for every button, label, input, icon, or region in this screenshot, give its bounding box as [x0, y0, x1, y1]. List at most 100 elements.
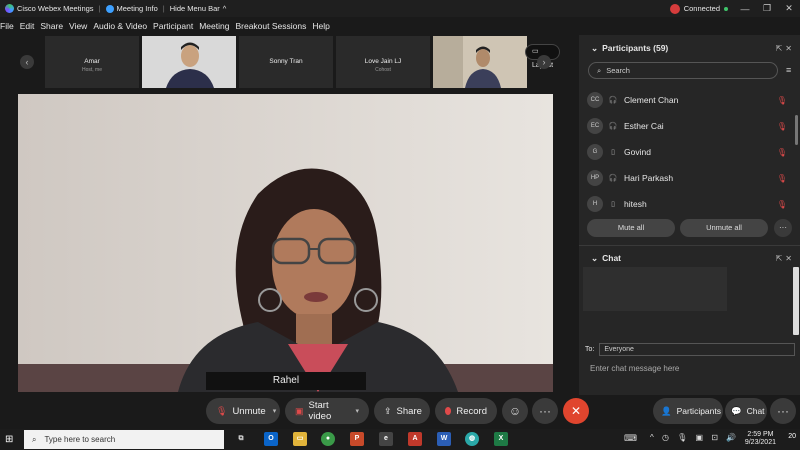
- hide-menu-bar-button[interactable]: Hide Menu Bar ^: [165, 4, 232, 13]
- menu-help[interactable]: Help: [312, 21, 332, 31]
- list-item[interactable]: HP 🎧 Hari Parkash 🎙: [587, 165, 787, 191]
- popout-close-controls[interactable]: ⇱✕: [776, 44, 795, 53]
- excel-icon[interactable]: X: [494, 432, 508, 446]
- chat-toggle-button[interactable]: 💬 Chat: [725, 398, 767, 424]
- chat-header: ⌄ Chat ⇱✕: [579, 247, 800, 269]
- participant-name: Govind: [624, 147, 651, 157]
- participant-name: Hari Parkash: [624, 173, 674, 183]
- thumbnail-role: Host, me: [81, 67, 102, 73]
- menu-share[interactable]: Share: [40, 21, 66, 31]
- more-options-icon[interactable]: ···: [532, 398, 558, 424]
- recipient-value: Everyone: [604, 345, 634, 353]
- thumbnail-love-jain[interactable]: Love Jain LJ Cohost: [336, 36, 430, 88]
- connection-status[interactable]: Connected: [684, 4, 720, 13]
- share-button[interactable]: ⇪ Share: [374, 398, 430, 424]
- tray-icons[interactable]: ^ ◷ 🎙 ▣ ⊡ 🔊: [650, 433, 739, 442]
- task-view-icon[interactable]: ⧉: [234, 432, 248, 446]
- word-icon[interactable]: W: [437, 432, 451, 446]
- participant-search-input[interactable]: ⌕ Search: [588, 62, 778, 79]
- file-explorer-icon[interactable]: ▭: [293, 432, 307, 446]
- people-icon: 👤: [661, 405, 672, 416]
- record-label: Record: [456, 405, 487, 417]
- participants-scrollbar[interactable]: [795, 115, 798, 145]
- unmute-button[interactable]: 🎙 Unmute ▾: [206, 398, 280, 424]
- mic-muted-icon[interactable]: 🎙: [777, 96, 787, 105]
- search-placeholder: Search: [606, 66, 630, 75]
- acrobat-icon[interactable]: A: [408, 432, 422, 446]
- mic-muted-icon[interactable]: 🎙: [777, 148, 787, 157]
- webex-taskbar-icon[interactable]: ◍: [465, 432, 479, 446]
- more-panels-icon[interactable]: ···: [770, 398, 796, 424]
- chat-scrollbar[interactable]: [793, 267, 799, 335]
- unmute-label: Unmute: [232, 405, 266, 417]
- menu-breakout-sessions[interactable]: Breakout Sessions: [235, 21, 309, 31]
- restore-icon[interactable]: ❐: [756, 3, 778, 14]
- record-icon: [445, 407, 452, 415]
- mic-muted-icon: 🎙: [216, 405, 228, 416]
- participants-header: ⌄ Participants (59) ⇱✕: [579, 37, 800, 59]
- mute-all-button[interactable]: Mute all: [587, 219, 675, 237]
- chevron-right-icon[interactable]: ›: [537, 55, 551, 69]
- reactions-icon[interactable]: ☺: [502, 398, 528, 424]
- popout-close-controls[interactable]: ⇱✕: [776, 254, 795, 263]
- thumbnail-sonny-tran[interactable]: Sonny Tran: [239, 36, 333, 88]
- list-item[interactable]: EC 🎧 Esther Cai 🎙: [587, 113, 787, 139]
- taskbar-clock[interactable]: 2:59 PM 9/23/2021: [745, 431, 776, 447]
- start-video-button[interactable]: ▣ Start video ▾: [285, 398, 369, 424]
- powerpoint-icon[interactable]: P: [350, 432, 364, 446]
- chat-input[interactable]: Enter chat message here: [590, 364, 679, 373]
- status-dot-icon: [724, 6, 728, 11]
- windows-start-icon[interactable]: ⊞: [5, 434, 13, 445]
- chat-title: Chat: [602, 253, 622, 263]
- notifications-icon[interactable]: 20: [788, 433, 796, 440]
- menu-edit[interactable]: Edit: [20, 21, 38, 31]
- thumbnail-video-1[interactable]: [142, 36, 236, 88]
- chevron-down-icon[interactable]: ⌄: [591, 43, 598, 54]
- participant-video: [142, 36, 236, 88]
- menu-view[interactable]: View: [69, 21, 90, 31]
- mic-muted-icon[interactable]: 🎙: [777, 122, 787, 131]
- more-options-icon[interactable]: ···: [774, 219, 792, 237]
- participants-toggle-button[interactable]: 👤 Participants: [653, 398, 723, 424]
- list-item[interactable]: G ▯ Govind 🎙: [587, 139, 787, 165]
- end-call-icon[interactable]: ✕: [563, 398, 589, 424]
- share-label: Share: [396, 405, 422, 417]
- mic-muted-icon[interactable]: 🎙: [777, 200, 787, 209]
- record-button[interactable]: Record: [435, 398, 497, 424]
- divider: [579, 245, 800, 246]
- menu-audio-video[interactable]: Audio & Video: [93, 21, 150, 31]
- thumbnail-amar[interactable]: Amar Host, me: [45, 36, 139, 88]
- recipient-select[interactable]: Everyone: [599, 342, 795, 356]
- menu-participant[interactable]: Participant: [153, 21, 196, 31]
- chrome-icon[interactable]: ●: [321, 432, 335, 446]
- chevron-down-icon[interactable]: ⌄: [591, 253, 598, 264]
- taskbar-search-input[interactable]: ⌕ Type here to search: [24, 430, 224, 449]
- edge-icon[interactable]: e: [379, 432, 393, 446]
- start-video-label: Start video: [308, 400, 332, 422]
- thumbnail-video-2[interactable]: [433, 36, 527, 88]
- windows-taskbar: ⊞ ⌕ Type here to search ⧉ O ▭ ● P e A W …: [0, 429, 800, 450]
- minimize-icon[interactable]: —: [734, 4, 756, 14]
- taskbar-search-placeholder: Type here to search: [44, 435, 116, 444]
- meeting-info-button[interactable]: Meeting Info: [101, 4, 163, 13]
- menu-meeting[interactable]: Meeting: [199, 21, 232, 31]
- chevron-down-icon[interactable]: ▾: [273, 407, 277, 415]
- sort-icon[interactable]: ≡: [786, 65, 791, 75]
- main-video[interactable]: Rahel: [18, 94, 553, 392]
- participant-video: [433, 36, 527, 88]
- list-item[interactable]: H ▯ hitesh 🎙: [587, 191, 787, 217]
- chevron-down-icon[interactable]: ▾: [355, 407, 359, 415]
- close-icon[interactable]: ✕: [778, 3, 800, 14]
- participants-label: Participants: [676, 406, 722, 416]
- participant-thumbnails: ‹ Amar Host, me Sonny Tran Love Jain LJ …: [17, 36, 561, 90]
- chevron-left-icon[interactable]: ‹: [20, 55, 34, 69]
- menu-file[interactable]: File: [0, 21, 17, 31]
- keyboard-icon[interactable]: ⌨: [624, 433, 637, 444]
- mic-muted-icon[interactable]: 🎙: [777, 174, 787, 183]
- list-item[interactable]: CC 🎧 Clement Chan 🎙: [587, 87, 787, 113]
- chevron-up-icon: ^: [222, 4, 227, 13]
- unmute-all-button[interactable]: Unmute all: [680, 219, 768, 237]
- clock-date: 9/23/2021: [744, 439, 776, 446]
- outlook-icon[interactable]: O: [264, 432, 278, 446]
- chat-icon: 💬: [731, 405, 742, 416]
